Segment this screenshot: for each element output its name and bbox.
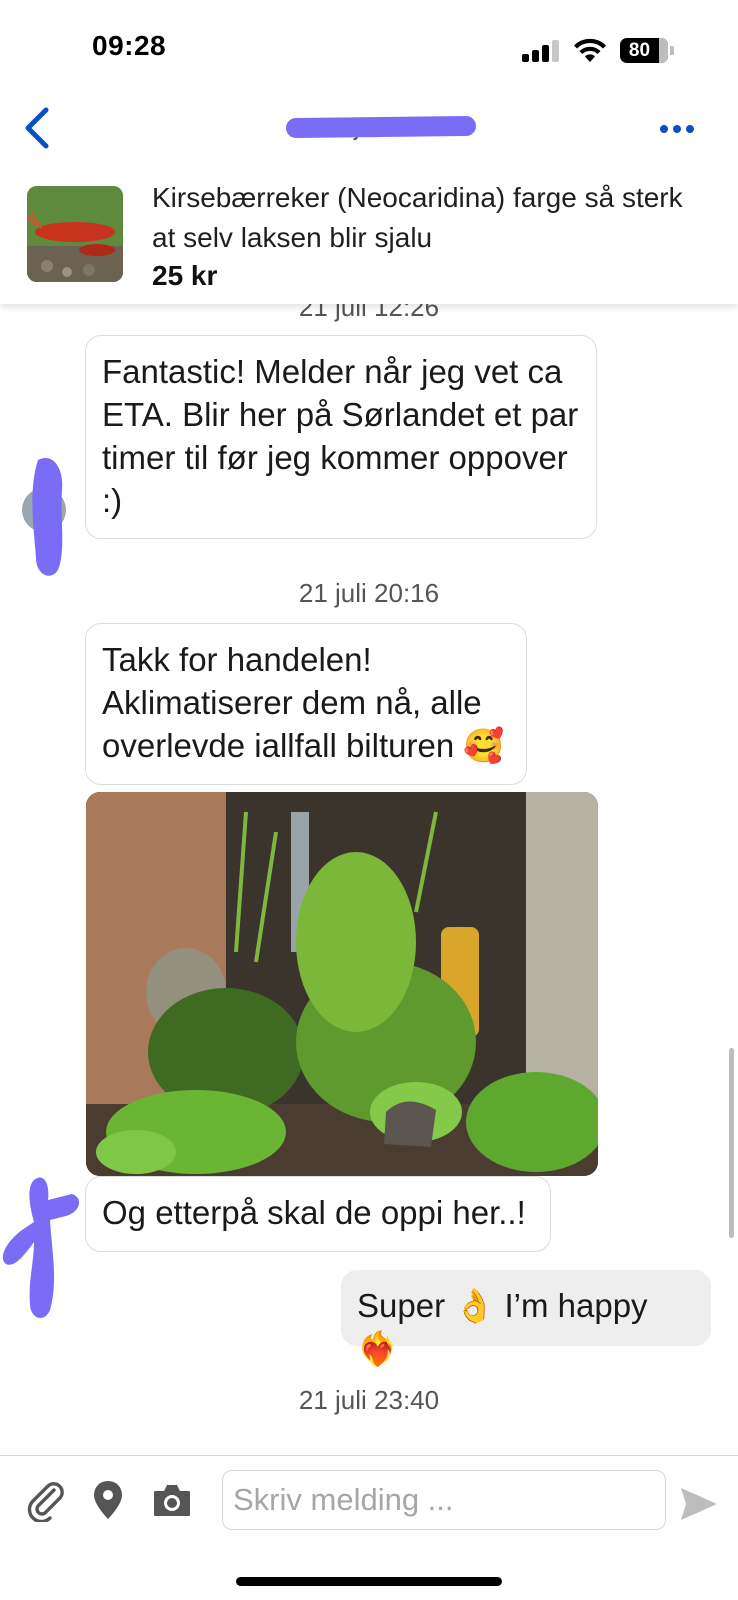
attach-icon[interactable] [24,1478,68,1522]
incoming-message: Takk for handelen! Aklimatiserer dem nå,… [85,623,527,785]
wifi-icon [574,38,606,62]
status-time: 09:28 [92,30,167,61]
signal-icon [522,40,560,62]
composer-bar [0,1455,738,1555]
timestamp: 21 juli 20:16 [298,578,440,608]
avatar [2,1177,80,1318]
message-input[interactable] [222,1470,666,1530]
incoming-message: Fantastic! Melder når jeg vet ca ETA. Bl… [85,335,597,539]
battery-nub [670,46,674,55]
message-list[interactable]: 21 juli 12:26 Fantastic! Melder når jeg … [0,300,738,1455]
battery-icon: 80 [620,38,668,63]
product-thumbnail[interactable] [27,186,123,282]
outgoing-message: Super 👌 I’m happy ❤️‍🔥 [341,1270,711,1367]
status-bar: 09:28 80 [0,0,738,96]
product-title[interactable]: Kirsebærreker (Neocaridina) farge så ste… [152,178,712,258]
more-icon[interactable] [660,122,696,136]
timestamp: 21 juli 23:40 [298,1385,440,1415]
chat-header: Fjell Ra [0,96,738,166]
home-indicator[interactable] [236,1577,502,1586]
product-banner[interactable]: Kirsebærreker (Neocaridina) farge så ste… [0,168,738,304]
back-icon[interactable] [22,106,52,150]
redaction-scribble [286,116,476,138]
battery-level: 80 [628,40,651,61]
camera-icon[interactable] [150,1478,194,1522]
location-icon[interactable] [86,1478,130,1522]
product-price: 25 kr [152,260,218,291]
incoming-message: Og etterpå skal de oppi her..! [85,1176,551,1252]
photo-message[interactable] [86,792,598,1176]
scrollbar[interactable] [729,1048,734,1238]
avatar [22,458,66,576]
send-icon[interactable] [677,1482,721,1526]
